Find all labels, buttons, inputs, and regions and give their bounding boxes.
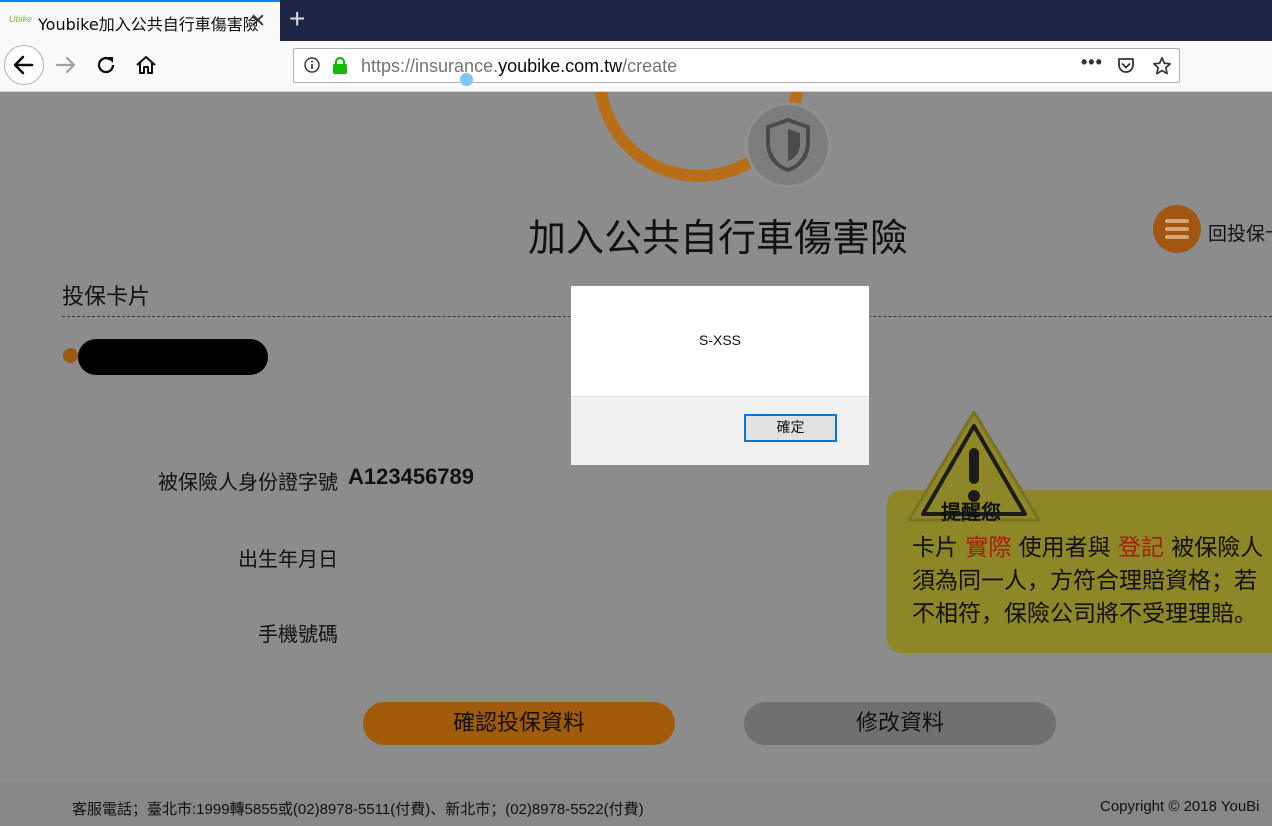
reminder-text: 卡片 實際 使用者與 登記 被保險人 須為同一人，方符合理賠資格；若 不相符，保…	[912, 535, 1264, 627]
tab-title: Youbike加入公共自行車傷害險	[38, 15, 259, 34]
confirm-insurance-button[interactable]: 確認投保資料	[363, 702, 675, 745]
home-button[interactable]	[134, 53, 158, 77]
customer-service-text: 客服電話；臺北市:1999轉5855或(02)8978-5511(付費)、新北市…	[72, 801, 644, 818]
reload-button[interactable]	[94, 53, 118, 77]
copyright-text: Copyright © 2018 YouBi	[1100, 798, 1260, 815]
alert-footer: 確定	[571, 396, 869, 465]
menu-icon	[1153, 205, 1201, 253]
reminder-badge-label: 提醒您	[941, 500, 1001, 524]
url-text[interactable]: https://insurance.youbike.com.tw/create	[361, 56, 677, 77]
id-number-value: A123456789	[348, 464, 475, 489]
home-icon	[136, 56, 156, 74]
pocket-icon[interactable]	[1117, 57, 1135, 75]
alert-message: S-XSS	[698, 332, 741, 348]
insurance-badge	[748, 105, 828, 185]
alert-ok-button[interactable]: 確定	[744, 414, 837, 442]
page-footer: 客服電話；臺北市:1999轉5855或(02)8978-5511(付費)、新北市…	[0, 783, 1272, 826]
address-bar[interactable]: https://insurance.youbike.com.tw/create …	[293, 48, 1180, 83]
shield-icon	[766, 117, 810, 173]
alert-dialog: S-XSS 確定	[570, 285, 870, 465]
card-section-heading: 投保卡片	[62, 285, 151, 310]
card-bullet	[63, 348, 78, 363]
new-tab-icon[interactable]: +	[289, 3, 305, 35]
id-number-label: 被保險人身份證字號	[158, 470, 338, 494]
info-icon[interactable]	[304, 57, 320, 73]
reload-icon	[97, 56, 115, 74]
edit-data-button[interactable]: 修改資料	[744, 702, 1056, 745]
back-button[interactable]	[4, 45, 44, 85]
birthdate-label: 出生年月日	[238, 547, 338, 571]
forward-button[interactable]	[54, 53, 78, 77]
bookmark-star-icon[interactable]	[1151, 55, 1173, 77]
navigation-toolbar: https://insurance.youbike.com.tw/create …	[0, 41, 1272, 92]
arrow-right-icon	[55, 56, 76, 74]
phone-label: 手機號碼	[258, 622, 338, 646]
lock-icon[interactable]	[332, 57, 348, 74]
browser-tab-active[interactable]: Ubike Youbike加入公共自行車傷害險 ✕	[0, 0, 280, 41]
close-tab-icon[interactable]: ✕	[250, 10, 266, 33]
back-link-label: 回投保卡	[1208, 223, 1272, 245]
mouse-cursor-indicator	[460, 73, 473, 86]
arrow-left-icon	[13, 55, 34, 75]
page-actions-more-icon[interactable]: •••	[1081, 52, 1103, 73]
youbike-favicon-icon: Ubike	[9, 14, 33, 24]
redacted-card-number	[78, 339, 268, 375]
tab-strip: Ubike Youbike加入公共自行車傷害險 ✕ +	[0, 0, 1272, 41]
page-title: 加入公共自行車傷害險	[528, 216, 909, 260]
